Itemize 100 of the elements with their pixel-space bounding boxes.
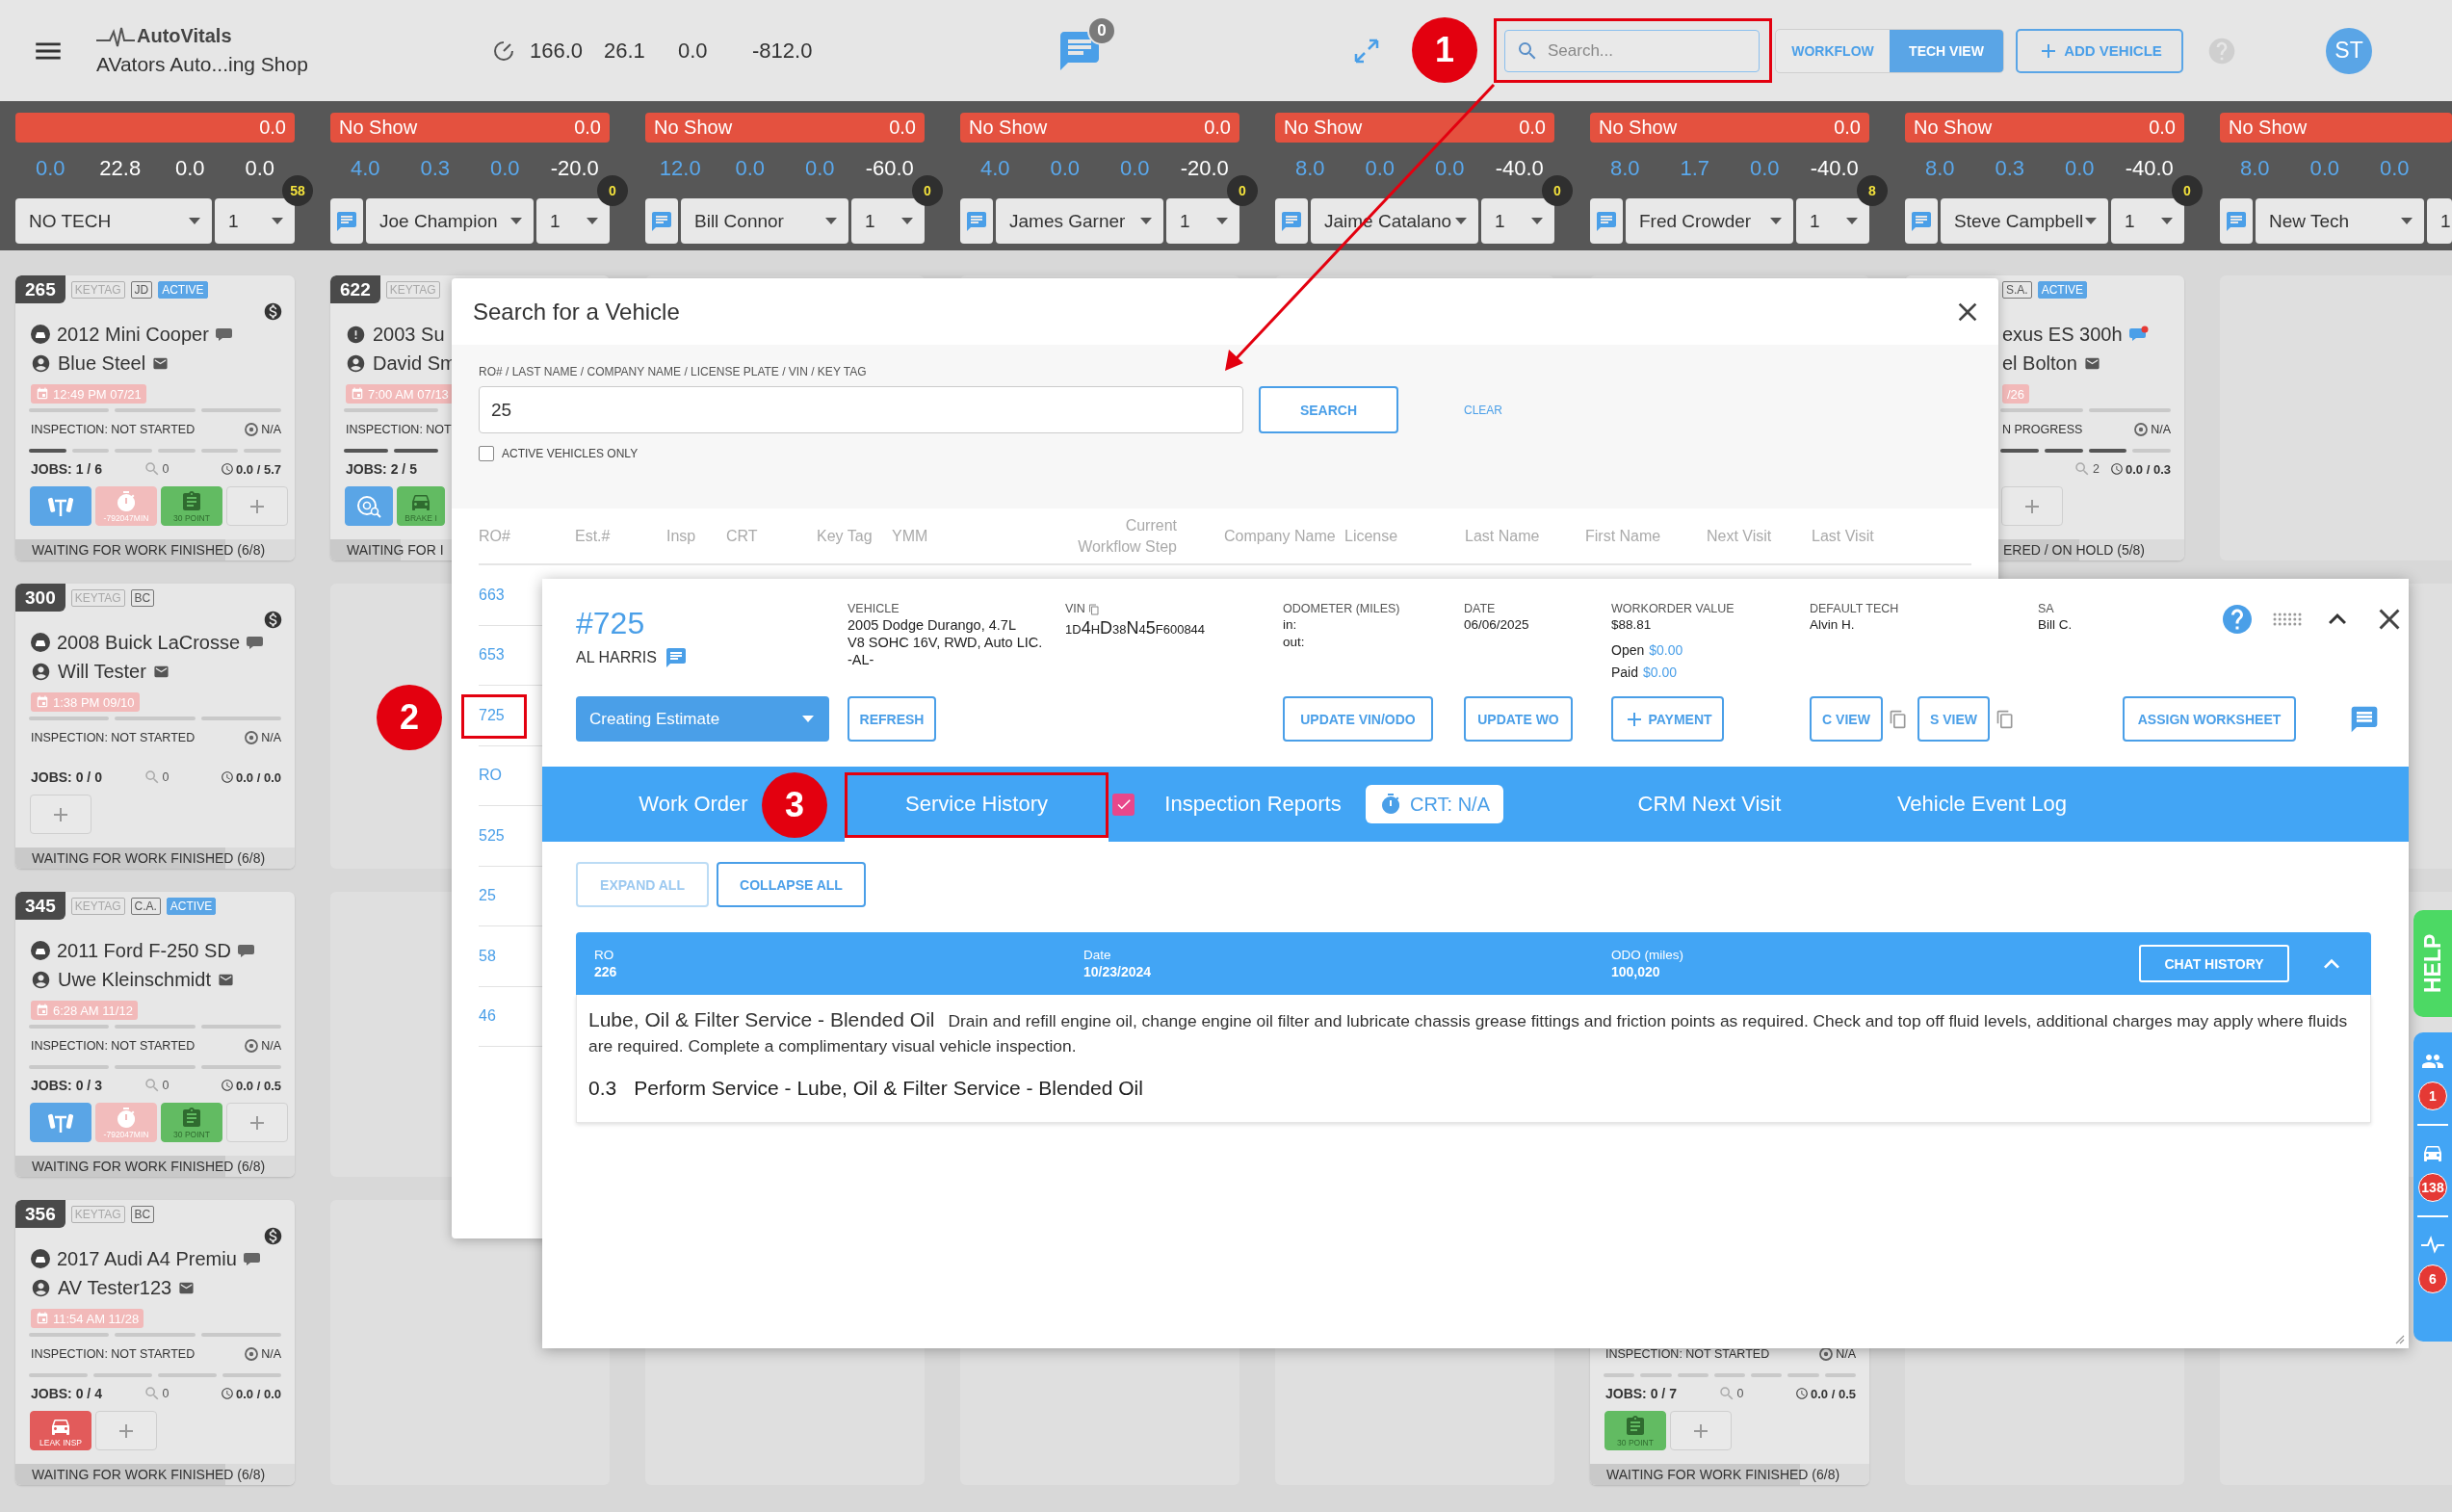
user-avatar[interactable]: ST [2326,27,2372,74]
view-tab[interactable]: WORKFLOW [1776,29,1890,72]
chat-icon[interactable] [664,646,688,669]
status-select[interactable]: Creating Estimate [576,696,829,742]
task-tile[interactable]: 30 POINT [161,1103,222,1142]
checkbox[interactable] [479,446,494,461]
ro-link[interactable]: 653 [479,646,505,665]
help-icon[interactable] [2220,602,2255,637]
shift-select[interactable]: 1 [1481,198,1554,244]
tab[interactable]: Vehicle Event Log [1850,767,2114,842]
caret-icon [189,218,200,224]
search-button[interactable]: SEARCH [1259,386,1398,433]
tech-select[interactable]: Joe Champion [366,198,534,244]
search-input[interactable]: 25 [479,386,1243,433]
vehicle-card[interactable]: 356 KEYTAG BC 2017 Audi A4 Premiu AV Tester123 11:54 AM 11/28 INSPECTION: NOT STARTED N/A JOBS: 0 / 4 0 0.0 / 0.0 LEAK INSP WAITING FOR WORK FINISHED (6/8) [15,1200,295,1485]
dots-grid-icon[interactable] [2272,612,2303,627]
tech-select[interactable]: Fred Crowder [1626,198,1793,244]
task-tile[interactable] [30,486,91,526]
message-button[interactable] [645,198,678,244]
chat-bubble-icon[interactable] [215,326,235,343]
add-vehicle-button[interactable]: ADD VEHICLE [2016,28,2183,73]
tech-select[interactable]: James Garner [996,198,1163,244]
shift-select[interactable]: 1 [1166,198,1239,244]
ro-link[interactable]: 725 [479,706,505,724]
field-value: 06/06/2025 [1464,616,1530,634]
clear-link[interactable]: CLEAR [1464,403,1502,417]
expand-icon[interactable] [1353,37,1380,65]
tab-checkbox[interactable] [1112,793,1135,816]
tech-select[interactable]: New Tech [2256,198,2424,244]
field-label: DATE [1464,602,1497,616]
resize-grip-icon[interactable] [2393,1333,2405,1344]
ro-link[interactable]: 25 [479,887,496,905]
shift-select[interactable]: 1 [851,198,925,244]
timer-badge[interactable]: CRT: N/A [1366,785,1503,823]
copy-icon[interactable] [1996,709,2015,729]
chat-bubble-icon[interactable] [237,942,257,959]
task-tile[interactable]: LEAK INSP [30,1411,91,1450]
hours-reading: 0.0 [804,156,835,181]
shift-select[interactable]: 1 [2111,198,2184,244]
message-button[interactable] [2220,198,2253,244]
vehicle-card[interactable]: 265 KEYTAG JD ACTIVE 2012 Mini Cooper Blue Steel 12:49 PM 07/21 INSPECTION: NOT STARTED N/A JOBS: 1 / 6 0 0.0 / 5.7 -792047MIN 30 POINT WAITING FOR WORK FINISHED (6/8) [15,275,295,560]
highlight-frame [461,694,527,739]
copy-icon[interactable] [1087,603,1100,615]
vehicle-card[interactable]: 345 KEYTAG C.A. ACTIVE 2011 Ford F-250 SD Uwe Kleinschmidt 6:28 AM 11/12 INSPECTION: NOT STARTED N/A JOBS: 0 / 3 0 0.0 / 0.5 -792047MIN 30 POINT WAITING FOR WORK FINISHED (6/8) [15,892,295,1177]
ro-link[interactable]: 663 [479,586,505,604]
tech-select[interactable]: Bill Connor [681,198,848,244]
task-tile[interactable]: -792047MIN [95,486,157,526]
ro-link[interactable]: RO [479,767,502,785]
refresh-button[interactable]: REFRESH [848,696,936,742]
s-view-button[interactable]: S VIEW [1917,696,1990,742]
task-tile[interactable]: 30 POINT [161,486,222,526]
task-tile[interactable]: BRAKE I [397,486,445,526]
history-entry-header[interactable]: RO 226 Date 10/23/2024 ODO (miles) 100,020 CHAT HISTORY [576,932,2371,995]
assign-worksheet-button[interactable]: ASSIGN WORKSHEET [2123,696,2296,742]
tab[interactable]: CRM Next Visit [1578,767,1841,842]
appointment-tag: 12:49 PM 07/21 [31,384,146,404]
tab[interactable]: Inspection Reports [1148,767,1358,842]
tab[interactable]: Service History [845,767,1109,842]
task-tile[interactable] [345,486,393,526]
collapse-all-button[interactable]: COLLAPSE ALL [717,862,866,907]
ro-link[interactable]: 58 [479,947,496,965]
message-button[interactable] [960,198,993,244]
chat-icon [1595,209,1618,233]
view-tab[interactable]: TECH VIEW [1890,29,2003,72]
copy-icon[interactable] [1889,709,1908,729]
chat-bubble-icon[interactable] [243,1250,263,1267]
payment-button[interactable]: PAYMENT [1611,696,1724,742]
task-tile[interactable] [30,1103,91,1142]
jobs-count: JOBS: 0 / 3 [31,1078,102,1093]
help-tab[interactable]: HELP [2413,910,2452,1017]
caret-icon [1140,218,1152,224]
shift-select[interactable]: 1 [1796,198,1869,244]
vehicle-card[interactable]: 300 KEYTAG BC 2008 Buick LaCrosse Will Tester 1:38 PM 09/10 INSPECTION: NOT STARTED N/A JOBS: 0 / 0 0 0.0 / 0.0 WAITING FOR WORK FINISHED (6/8) [15,584,295,869]
ro-link[interactable]: 46 [479,1007,496,1026]
chat-bubble-icon[interactable] [2128,326,2149,343]
shift-select[interactable]: 1 [536,198,610,244]
hours-reading: 0.0 [35,156,65,181]
update-vin-button[interactable]: UPDATE VIN/ODO [1283,696,1433,742]
shift-select[interactable]: 1 [2427,198,2452,244]
add-job-button[interactable] [2001,486,2063,526]
ro-link[interactable]: 525 [479,826,505,845]
update-wo-button[interactable]: UPDATE WO [1464,696,1573,742]
tech-select[interactable]: NO TECH [15,198,212,244]
chat-history-button[interactable]: CHAT HISTORY [2139,945,2289,982]
message-button[interactable] [1275,198,1308,244]
message-button[interactable] [1905,198,1938,244]
customer-name: AV Tester123 [58,1276,172,1299]
shift-select[interactable]: 1 [215,198,295,244]
field-label: DEFAULT TECH [1810,602,1900,616]
message-button[interactable] [330,198,363,244]
comment-count: 0 [162,462,170,476]
c-view-button[interactable]: C VIEW [1810,696,1883,742]
chat-icon [965,209,988,233]
search-icon [2074,460,2091,478]
message-button[interactable] [1590,198,1623,244]
task-tile[interactable]: -792047MIN [95,1103,157,1142]
task-tile[interactable]: 30 POINT [1604,1411,1666,1450]
tech-select[interactable]: Steve Campbell [1941,198,2108,244]
search-field[interactable]: Search... [1504,29,1760,72]
workflow-status: WAITING FOR WORK FINISHED (6/8) [32,1467,266,1482]
